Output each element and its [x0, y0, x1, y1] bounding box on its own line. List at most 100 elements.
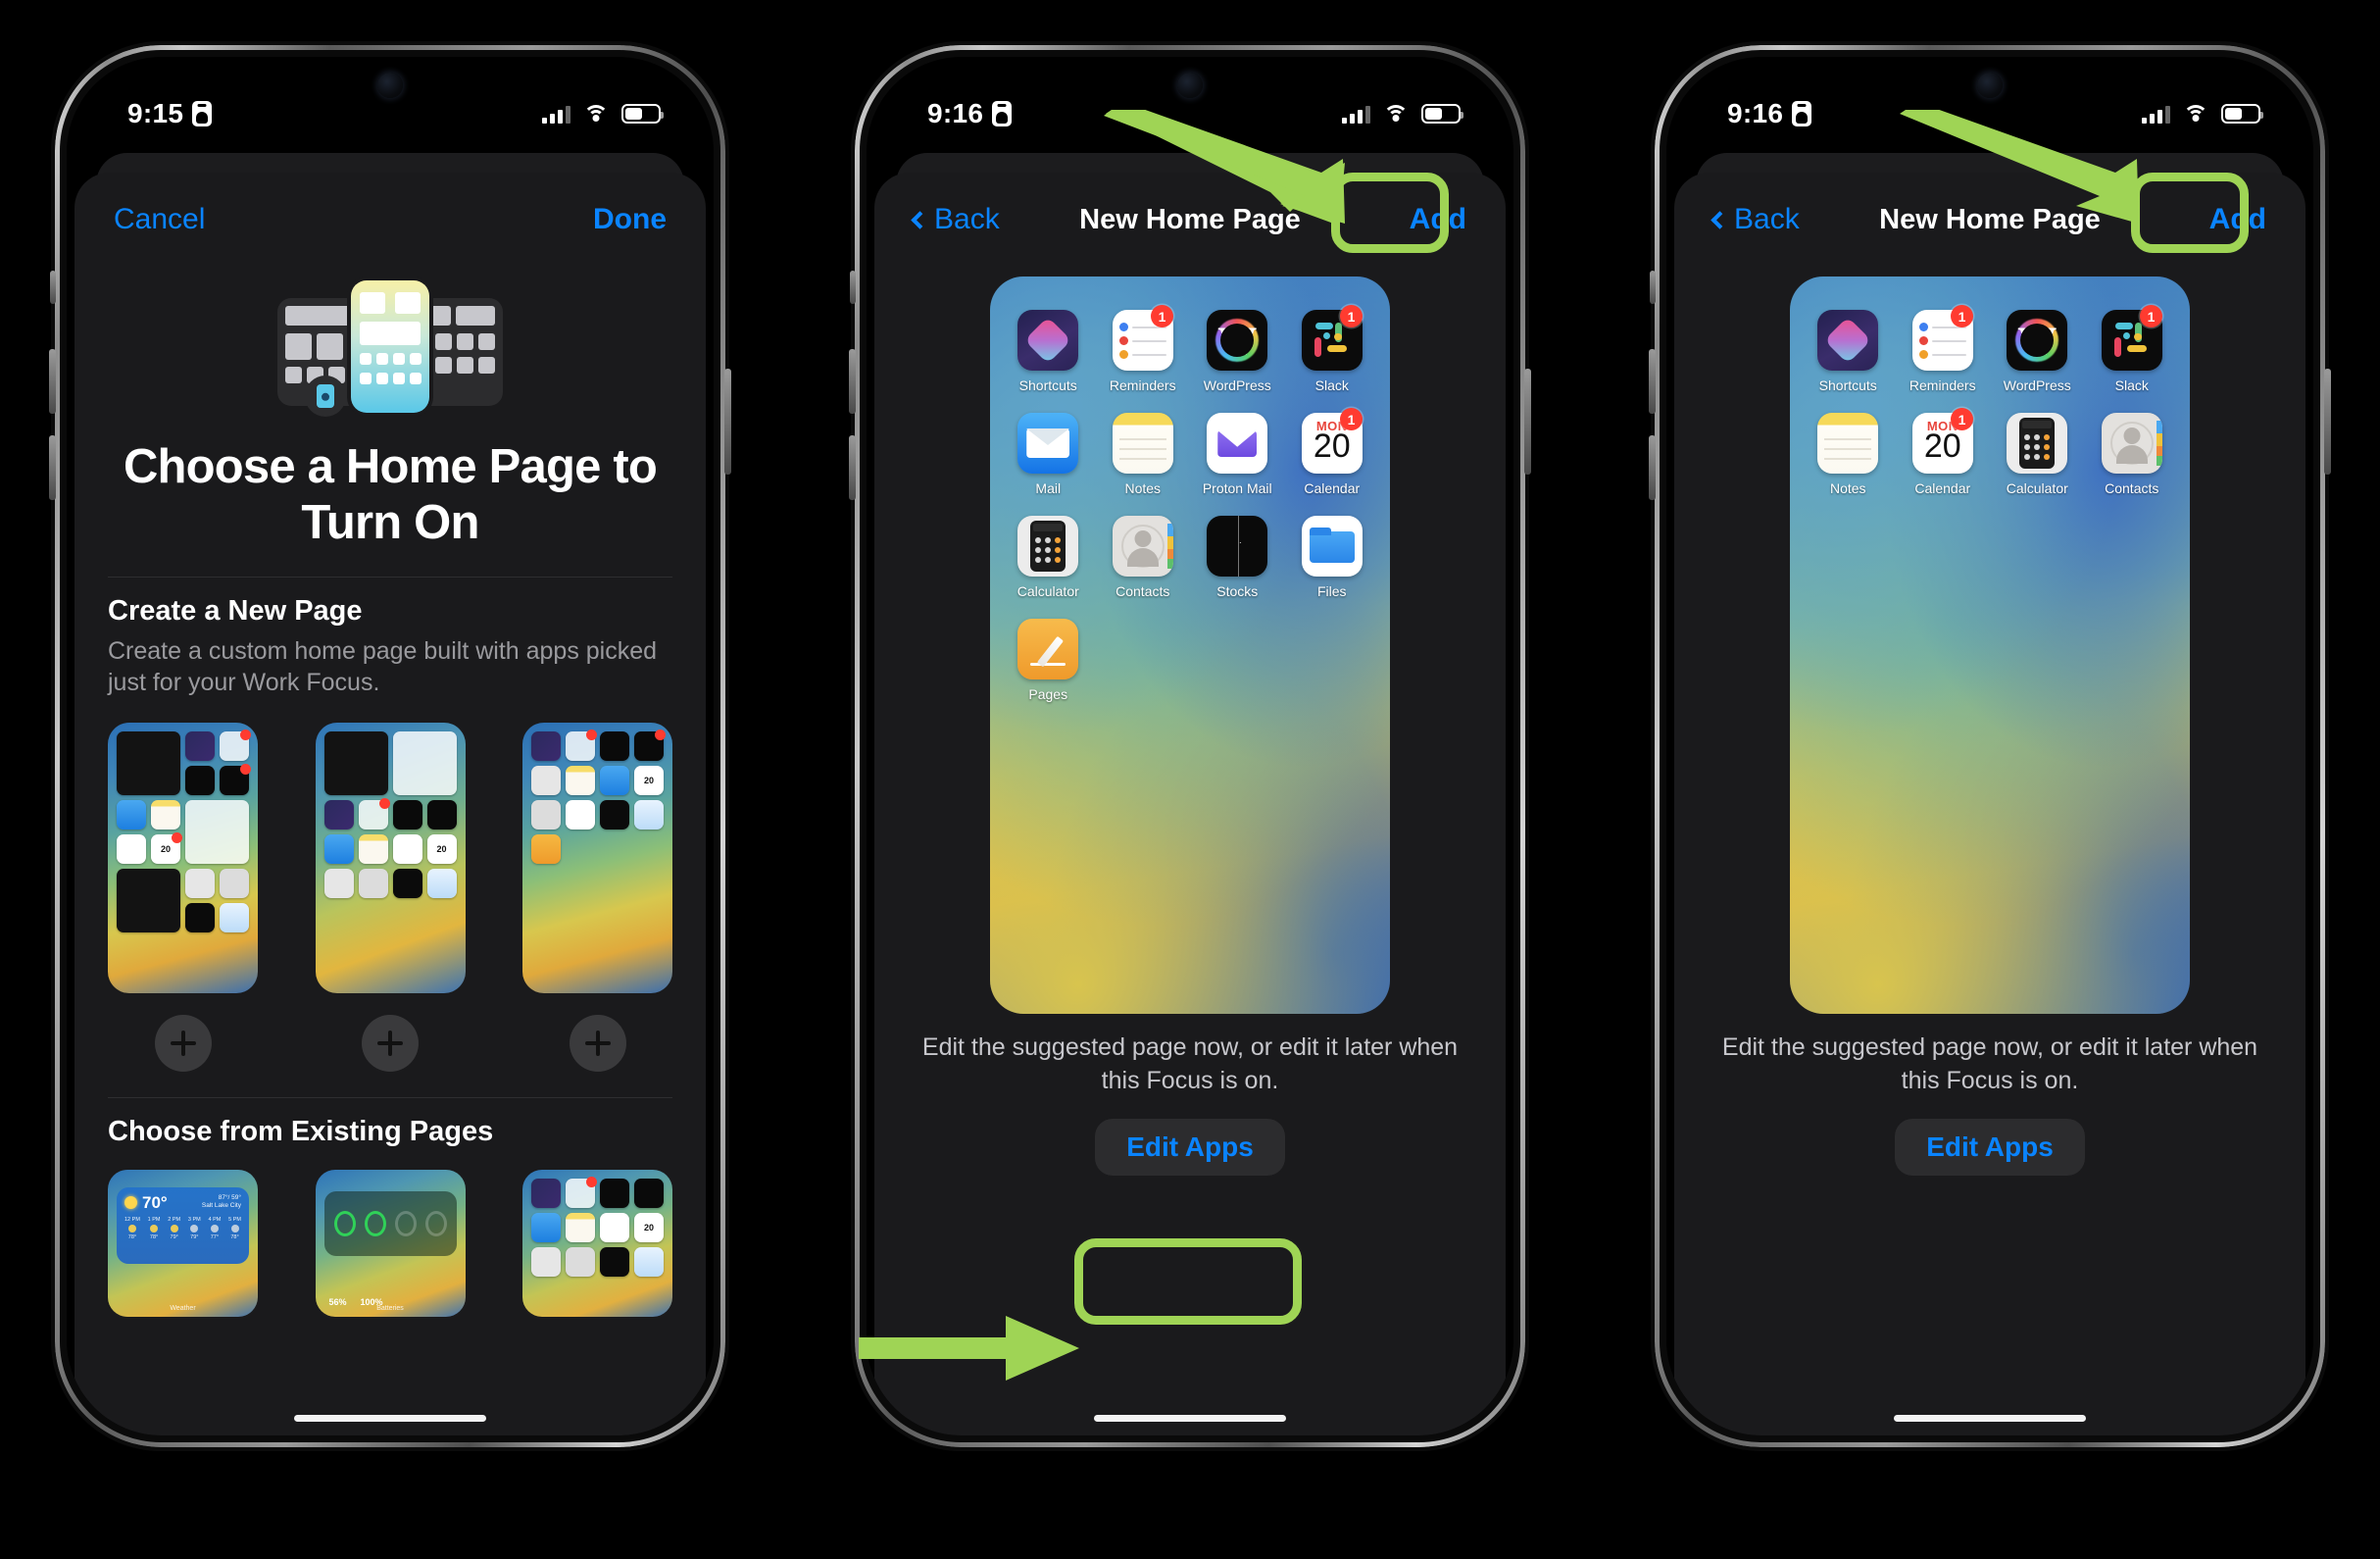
phone-1-screen: 9:15 Cancel Done Choose a Home Page to T…: [67, 57, 714, 1435]
add-page-button-1[interactable]: [154, 1014, 212, 1072]
app-reminders[interactable]: 1 Reminders: [1107, 305, 1180, 393]
existing-pages-row: 70° 87°/ 59° Salt Lake City 12 PM 78° 1 P…: [108, 1169, 672, 1317]
calendar-widget: [323, 730, 388, 795]
sun-icon: [124, 1195, 137, 1209]
wordpress-icon: [1207, 310, 1268, 371]
notification-badge: 1: [1340, 408, 1363, 430]
status-bar: 9:15: [67, 57, 714, 141]
volume-up-button[interactable]: [849, 349, 856, 414]
app-slack[interactable]: 1 Slack: [2096, 305, 2169, 393]
app-calculator[interactable]: Calculator: [1012, 516, 1085, 599]
back-button-label: Back: [1734, 203, 1800, 235]
chevron-left-icon: [1711, 210, 1729, 229]
app-grid: Shortcuts 1 Reminders W WordPress 1 Slac…: [1012, 305, 1369, 702]
calculator-icon: [2007, 413, 2068, 474]
files-icon: [1301, 516, 1363, 577]
notification-badge: 1: [1951, 305, 1973, 327]
weather-page[interactable]: 70° 87°/ 59° Salt Lake City 12 PM 78° 1 P…: [108, 1169, 258, 1317]
volume-down-button[interactable]: [1649, 435, 1656, 500]
screenshot-stage: 9:15 Cancel Done Choose a Home Page to T…: [0, 0, 2380, 1559]
weather-hour-time: 4 PM: [208, 1217, 222, 1224]
app-label: Proton Mail: [1202, 480, 1272, 496]
mute-switch[interactable]: [1650, 271, 1656, 304]
wordpress-icon: [2007, 310, 2068, 371]
volume-up-button[interactable]: [49, 349, 56, 414]
back-button[interactable]: Back: [911, 203, 1000, 236]
weather-hour-temp: 78°: [230, 1234, 239, 1241]
app-label: Stocks: [1216, 583, 1259, 599]
app-notes[interactable]: Notes: [1107, 413, 1180, 496]
app-label: Pages: [1028, 686, 1068, 702]
notes-icon: [1817, 413, 1879, 474]
app-calculator[interactable]: Calculator: [2001, 413, 2074, 496]
home-page-preview: Shortcuts 1 Reminders W WordPress 1 Slac…: [1674, 277, 2306, 1014]
app-contacts[interactable]: Contacts: [1107, 516, 1180, 599]
divider: [108, 1096, 672, 1098]
volume-down-button[interactable]: [49, 435, 56, 500]
app-label: Calculator: [1016, 583, 1079, 599]
home-indicator[interactable]: [294, 1415, 486, 1422]
weather-hour-time: 5 PM: [228, 1217, 241, 1224]
app-label: WordPress: [1203, 377, 1271, 393]
phone-3: 9:16 Back New Home Page Add Shortcuts 1 …: [1649, 45, 2331, 1447]
app-pages[interactable]: Pages: [1012, 619, 1085, 702]
app-shortcuts[interactable]: Shortcuts: [1811, 310, 1885, 393]
weather-temp: 70°: [142, 1192, 168, 1212]
add-page-button-2[interactable]: [362, 1014, 419, 1072]
add-button[interactable]: Add: [1410, 203, 1466, 236]
app-wordpress[interactable]: WordPress: [1201, 310, 1274, 393]
app-calendar[interactable]: MON 20 1 Calendar: [1296, 408, 1369, 496]
app-label: Notes: [1124, 480, 1162, 496]
add-button[interactable]: Add: [2209, 203, 2266, 236]
apps-page[interactable]: 20: [522, 1169, 672, 1317]
home-indicator[interactable]: [1094, 1415, 1286, 1422]
back-button[interactable]: Back: [1711, 203, 1800, 236]
stocks-icon: [1207, 516, 1268, 577]
notification-badge: 1: [2140, 305, 2162, 327]
back-button-label: Back: [934, 203, 1000, 235]
app-reminders[interactable]: 1 Reminders: [1907, 305, 1980, 393]
cancel-button[interactable]: Cancel: [114, 203, 205, 236]
home-indicator[interactable]: [1894, 1415, 2086, 1422]
cellular-signal-icon: [542, 104, 570, 124]
app-label: Files: [1316, 583, 1347, 599]
suggested-page-1[interactable]: 20: [108, 722, 258, 993]
app-label: Calendar: [1304, 480, 1361, 496]
suggested-page-2[interactable]: 20: [315, 722, 466, 993]
app-mail[interactable]: Mail: [1012, 413, 1085, 496]
add-page-button-3[interactable]: [569, 1014, 626, 1072]
weather-hour-temp: 79°: [190, 1234, 199, 1241]
app-slack[interactable]: 1 Slack: [1296, 305, 1369, 393]
volume-down-button[interactable]: [849, 435, 856, 500]
app-notes[interactable]: Notes: [1811, 413, 1885, 496]
batteries-page[interactable]: 56% 100% Batteries: [315, 1169, 466, 1317]
app-files[interactable]: Files: [1296, 516, 1369, 599]
app-contacts[interactable]: Contacts: [2096, 413, 2169, 496]
edit-apps-button[interactable]: Edit Apps: [1095, 1119, 1285, 1176]
app-label: Mail: [1035, 480, 1062, 496]
app-stocks[interactable]: Stocks: [1201, 516, 1274, 599]
contacts-icon: [2101, 413, 2162, 474]
app-label: Shortcuts: [1018, 377, 1077, 393]
wifi-icon: [583, 104, 609, 124]
app-calendar[interactable]: MON 20 1 Calendar: [1907, 408, 1980, 496]
phone-1-body: Choose a Home Page to Turn On Create a N…: [74, 273, 706, 1317]
page-title: Choose a Home Page to Turn On: [123, 440, 658, 549]
app-proton-mail[interactable]: Proton Mail: [1201, 413, 1274, 496]
power-button[interactable]: [2324, 369, 2331, 475]
app-shortcuts[interactable]: Shortcuts: [1012, 310, 1085, 393]
mute-switch[interactable]: [50, 271, 56, 304]
contacts-icon: [1112, 516, 1173, 577]
create-new-page-title: Create a New Page: [108, 594, 363, 627]
phone-2-screen: 9:16 Back New Home Page Add Shortcuts 1 …: [867, 57, 1513, 1435]
done-button[interactable]: Done: [593, 203, 667, 236]
mute-switch[interactable]: [850, 271, 856, 304]
chevron-left-icon: [911, 210, 929, 229]
power-button[interactable]: [1524, 369, 1531, 475]
power-button[interactable]: [724, 369, 731, 475]
app-wordpress[interactable]: WordPress: [2001, 310, 2074, 393]
suggested-page-3[interactable]: 20: [522, 722, 672, 993]
edit-apps-button[interactable]: Edit Apps: [1895, 1119, 2085, 1176]
notification-badge: 1: [1951, 408, 1973, 430]
volume-up-button[interactable]: [1649, 349, 1656, 414]
